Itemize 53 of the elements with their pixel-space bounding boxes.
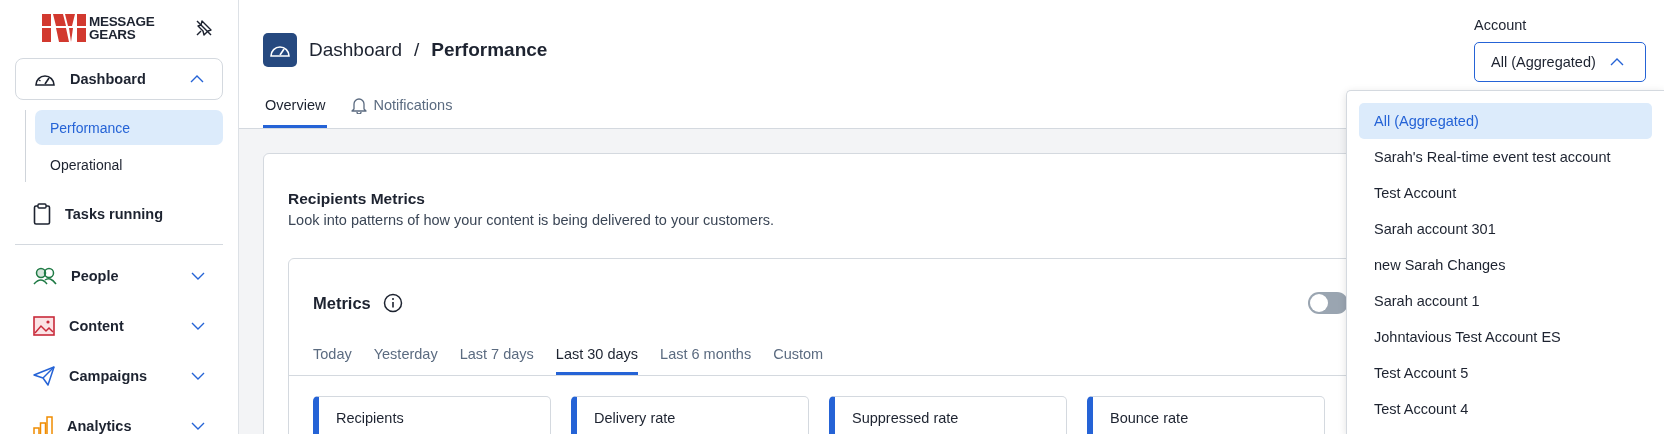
dropdown-option[interactable]: All (Aggregated) xyxy=(1359,103,1652,139)
caret-up-icon xyxy=(1609,58,1624,66)
nav-item[interactable]: Campaigns xyxy=(15,351,223,401)
bell-icon xyxy=(351,95,368,114)
people-icon xyxy=(33,267,57,285)
range-tab[interactable]: Today xyxy=(313,335,352,375)
panel-title: Metrics xyxy=(313,293,371,313)
unpin-icon[interactable] xyxy=(195,19,213,37)
section-title: Recipients Metrics xyxy=(288,190,425,208)
field-label: Account xyxy=(1474,17,1527,33)
nav-item[interactable]: Content xyxy=(15,301,223,351)
dropdown-option[interactable]: Sarah account 1 xyxy=(1359,283,1652,319)
bar-chart-icon xyxy=(33,416,53,434)
nav-item[interactable]: Analytics xyxy=(15,401,223,434)
page-title: Performance xyxy=(431,39,548,61)
metric-label: Recipients xyxy=(336,410,404,426)
dropdown-option[interactable]: Johntavious Test Account ES xyxy=(1359,319,1652,355)
metric-label: Suppressed rate xyxy=(852,410,959,426)
caret-down-icon xyxy=(191,422,205,430)
caret-down-icon xyxy=(191,322,205,330)
range-tab[interactable]: Last 7 days xyxy=(459,335,534,375)
dropdown-option[interactable]: Sarah account 301 xyxy=(1359,211,1652,247)
caret-down-icon xyxy=(191,372,205,380)
range-tab[interactable]: Yesterday xyxy=(373,335,438,375)
nav-subitem[interactable]: Performance xyxy=(35,110,223,145)
nav-subitem[interactable]: Operational xyxy=(35,147,223,182)
dropdown-option[interactable]: Test Account 5 xyxy=(1359,355,1652,391)
dropdown-option[interactable]: Test Account xyxy=(1359,175,1652,211)
metric-label: Bounce rate xyxy=(1110,410,1189,426)
info-icon[interactable] xyxy=(382,293,403,313)
range-tab[interactable]: Custom xyxy=(773,335,824,375)
metric-label: Delivery rate xyxy=(594,410,676,426)
logo-mark-icon xyxy=(42,14,86,42)
toggle-switch[interactable] xyxy=(1308,292,1348,314)
nav-item[interactable]: Tasks running xyxy=(15,192,223,236)
breadcrumb-parent[interactable]: Dashboard xyxy=(309,39,402,61)
image-icon xyxy=(33,316,55,336)
nav-item[interactable]: People xyxy=(15,251,223,301)
section-description: Look into patterns of how your content is being delivered to your customers. xyxy=(288,212,775,228)
clipboard-icon xyxy=(33,203,51,225)
caret-up-icon xyxy=(190,75,204,83)
tab[interactable]: Notifications xyxy=(349,84,455,128)
caret-down-icon xyxy=(191,272,205,280)
range-tab[interactable]: Last 6 months xyxy=(660,335,752,375)
dropdown-option[interactable]: new Sarah Changes xyxy=(1359,247,1652,283)
breadcrumb-separator: / xyxy=(413,39,420,61)
dropdown-option[interactable]: Test Account 4 xyxy=(1359,391,1652,427)
nav-item[interactable]: Dashboard xyxy=(15,58,223,100)
range-tab[interactable]: Last 30 days xyxy=(555,335,639,375)
paper-plane-icon xyxy=(33,366,55,386)
dropdown-option[interactable]: Sarah's Real-time event test account xyxy=(1359,139,1652,175)
account-select[interactable]: All (Aggregated) xyxy=(1474,42,1646,82)
logo-text: MESSAGE GEARS xyxy=(89,15,155,41)
